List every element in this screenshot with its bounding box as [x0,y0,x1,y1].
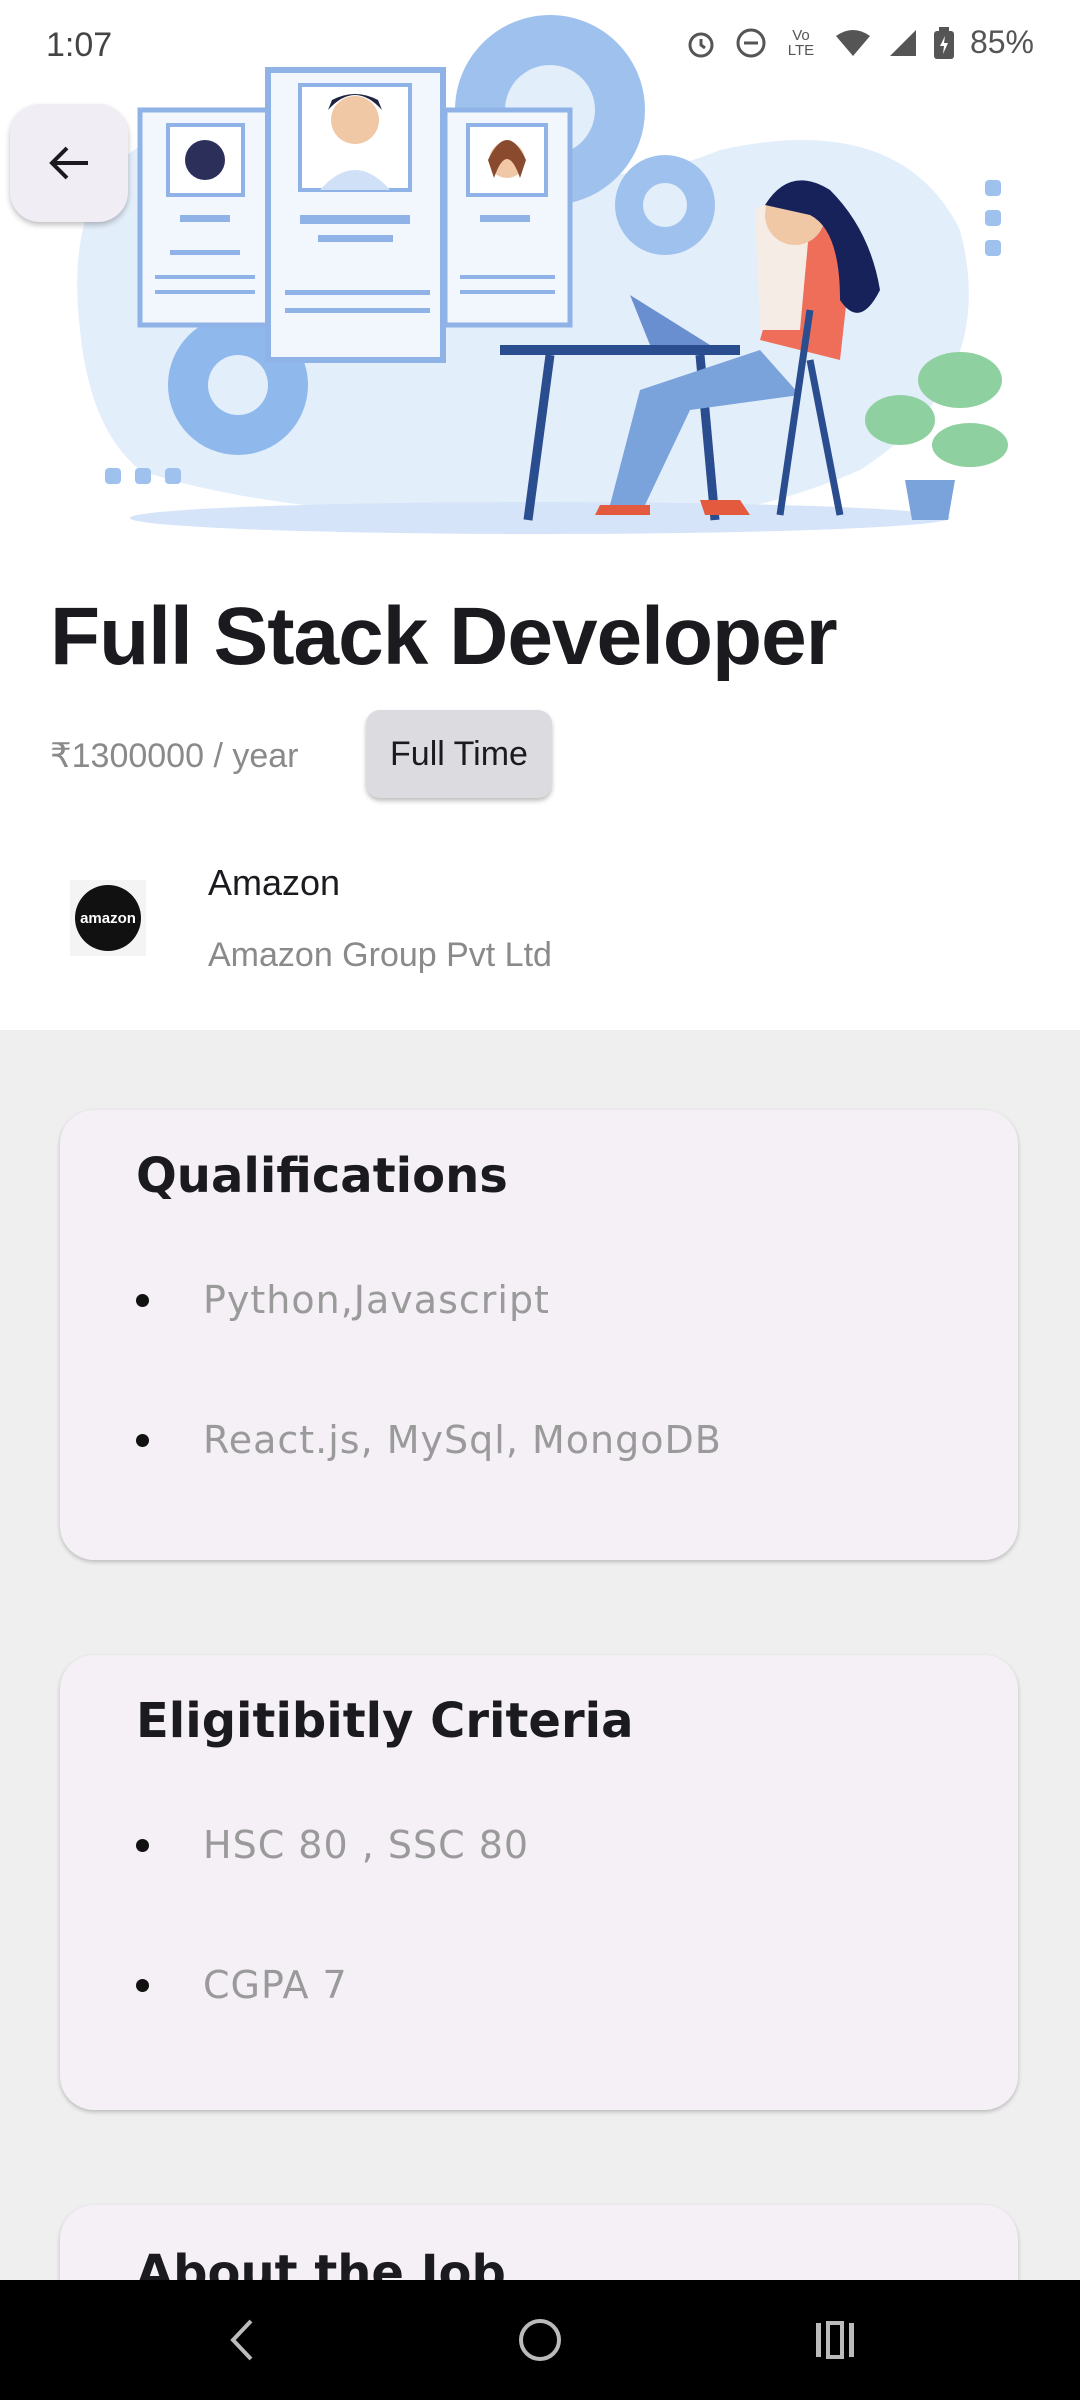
company-logo: amazon [70,880,146,956]
chevron-left-icon [230,2319,253,2361]
job-type-chip[interactable]: Full Time [366,710,552,798]
job-title: Full Stack Developer [50,591,838,682]
company-name: Amazon [208,862,341,903]
eligibility-text: CGPA 7 [203,1963,348,2007]
qualifications-title: Qualifications [136,1148,508,1204]
arrow-left-icon [49,146,88,180]
job-salary: ₹1300000 / year [50,737,299,775]
bullet-icon [136,1293,149,1307]
about-job-title: About the Job [136,2245,506,2280]
signal-icon [888,28,918,58]
battery-level: 85% [969,24,1034,60]
eligibility-card: Eligitibitly Criteria HSC 80 , SSC 80 CG… [60,1655,1018,2110]
wifi-icon [834,28,872,58]
amazon-logo: amazon [75,885,141,951]
bullet-icon [136,1838,149,1852]
list-item: React.js, MySql, MongoDB [136,1418,722,1462]
qualifications-card: Qualifications Python,Javascript React.j… [60,1110,1018,1560]
alarm-icon [684,26,718,60]
status-bar: 1:07 Vo LTE 85% [0,0,1080,96]
list-item: HSC 80 , SSC 80 [136,1823,529,1867]
home-circle-icon [519,2319,561,2361]
eligibility-text: HSC 80 , SSC 80 [203,1823,530,1867]
eligibility-title: Eligitibitly Criteria [136,1693,634,1749]
list-item: CGPA 7 [136,1963,348,2007]
dnd-icon [734,26,768,60]
bullet-icon [136,1978,149,1992]
status-time: 1:07 [46,26,113,64]
qualification-text: Python,Javascript [203,1278,550,1322]
nav-back-button[interactable] [213,2310,273,2370]
bullet-icon [136,1433,149,1447]
recents-icon [816,2321,854,2359]
about-job-card: About the Job [60,2205,1018,2280]
details-section[interactable]: Qualifications Python,Javascript React.j… [0,1030,1080,2280]
battery-icon [933,26,954,59]
nav-home-button[interactable] [510,2310,570,2370]
list-item: Python,Javascript [136,1278,550,1322]
qualification-text: React.js, MySql, MongoDB [203,1418,722,1462]
status-icons: Vo LTE 85% [684,24,1034,61]
back-button[interactable] [10,104,128,222]
system-nav-bar [0,2280,1080,2400]
company-legal-name: Amazon Group Pvt Ltd [208,936,552,974]
volte-icon: Vo LTE [787,26,815,59]
nav-recents-button[interactable] [805,2310,865,2370]
